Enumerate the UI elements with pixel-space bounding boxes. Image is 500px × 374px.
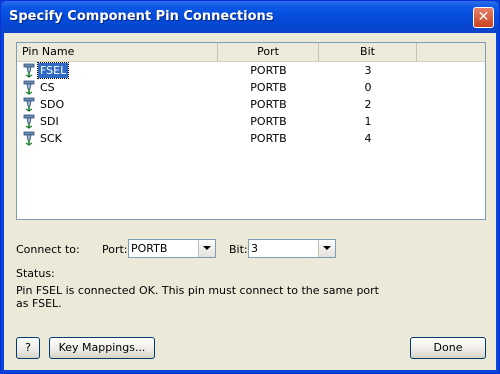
pin-bit: 0 — [364, 81, 372, 94]
close-icon: ✕ — [477, 9, 490, 25]
pin-port: PORTB — [250, 98, 287, 111]
pin-port: PORTB — [250, 132, 287, 145]
pin-icon — [23, 114, 35, 129]
list-item[interactable]: CS PORTB 0 — [17, 79, 485, 96]
title-bar[interactable]: Specify Component Pin Connections ✕ — [1, 1, 499, 33]
close-button[interactable]: ✕ — [473, 7, 494, 28]
chevron-down-icon — [323, 246, 331, 250]
bit-dropdown-button[interactable] — [318, 240, 335, 257]
status-message-line-2: as FSEL. — [16, 297, 62, 310]
key-mappings-button[interactable]: Key Mappings... — [49, 337, 155, 359]
done-button[interactable]: Done — [410, 337, 486, 359]
bit-select[interactable]: 3 — [248, 239, 336, 258]
dialog-window: Specify Component Pin Connections ✕ Pin … — [0, 0, 500, 374]
list-item[interactable]: SDO PORTB 2 — [17, 96, 485, 113]
pin-port: PORTB — [250, 64, 287, 77]
pin-name: FSEL — [36, 62, 70, 79]
pin-name: SCK — [40, 132, 62, 145]
status-label: Status: — [16, 267, 55, 280]
pin-bit: 1 — [364, 115, 372, 128]
list-item[interactable]: FSEL PORTB 3 — [17, 62, 485, 79]
port-dropdown-button[interactable] — [198, 240, 215, 257]
bit-select-value: 3 — [251, 242, 258, 255]
help-button[interactable]: ? — [16, 337, 40, 359]
pin-icon — [23, 63, 35, 78]
pin-bit: 2 — [364, 98, 372, 111]
connect-to-label: Connect to: — [16, 243, 80, 256]
column-header-bit[interactable]: Bit — [319, 43, 417, 61]
pin-name: SDI — [40, 115, 59, 128]
pin-port: PORTB — [250, 81, 287, 94]
status-message-line-1: Pin FSEL is connected OK. This pin must … — [16, 284, 379, 297]
port-select[interactable]: PORTB — [128, 239, 216, 258]
port-select-value: PORTB — [131, 242, 168, 255]
pin-bit: 3 — [364, 64, 372, 77]
dialog-body: Pin Name Port Bit FSEL PORTB 3 CS PORTB 0 SDO P… — [4, 33, 496, 370]
pin-name: CS — [40, 81, 55, 94]
bit-label: Bit: — [229, 243, 248, 256]
window-title: Specify Component Pin Connections — [9, 9, 274, 24]
pin-list[interactable]: Pin Name Port Bit FSEL PORTB 3 CS PORTB 0 SDO P… — [16, 42, 486, 220]
port-label: Port: — [102, 243, 128, 256]
pin-name: SDO — [40, 98, 65, 111]
pin-icon — [23, 80, 35, 95]
list-item[interactable]: SDI PORTB 1 — [17, 113, 485, 130]
column-header-port[interactable]: Port — [218, 43, 319, 61]
chevron-down-icon — [203, 246, 211, 250]
list-item[interactable]: SCK PORTB 4 — [17, 130, 485, 147]
pin-icon — [23, 131, 35, 146]
pin-bit: 4 — [364, 132, 372, 145]
pin-icon — [23, 97, 35, 112]
pin-port: PORTB — [250, 115, 287, 128]
column-header-empty[interactable] — [417, 43, 485, 61]
list-header: Pin Name Port Bit — [17, 43, 485, 62]
column-header-pin-name[interactable]: Pin Name — [17, 43, 218, 61]
